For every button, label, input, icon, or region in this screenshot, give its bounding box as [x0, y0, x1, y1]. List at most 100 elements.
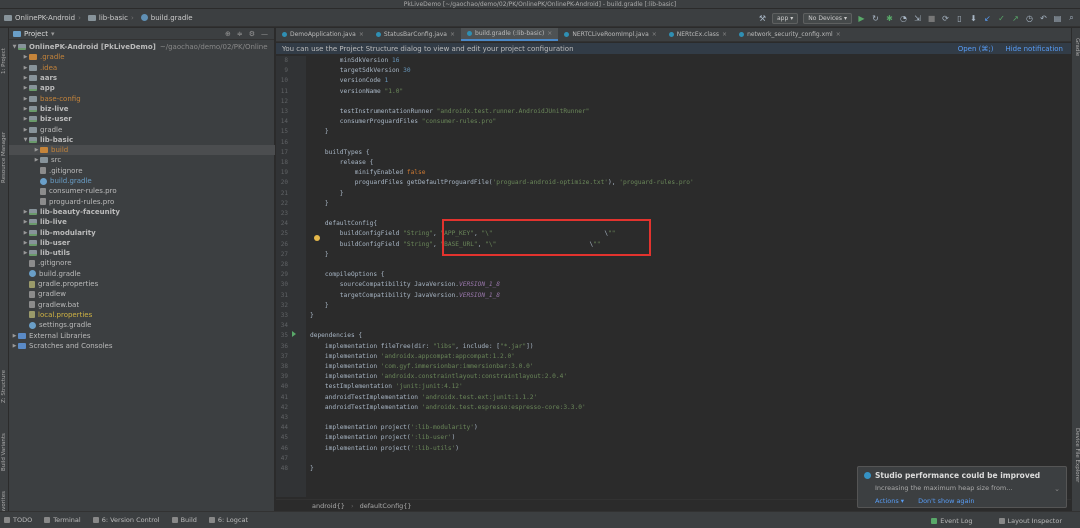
chevron-down-icon[interactable]: ⌄ [1054, 485, 1060, 493]
tree-item[interactable]: ▶ app [9, 83, 275, 93]
run-icon[interactable]: ▶ [857, 14, 866, 23]
open-project-structure-link[interactable]: Open (⌘;) [958, 45, 994, 53]
collapse-arrow-icon[interactable]: ▶ [33, 147, 40, 153]
collapse-arrow-icon[interactable]: ▶ [22, 116, 29, 122]
tree-item[interactable]: .gitignore [9, 258, 275, 268]
expand-arrow-icon[interactable]: ▼ [11, 44, 18, 50]
collapse-arrow-icon[interactable]: ▶ [11, 343, 18, 349]
tree-item[interactable]: ▶ Scratches and Consoles [9, 341, 275, 351]
collapse-icon[interactable]: ≑ [237, 30, 243, 38]
avd-manager-icon[interactable]: ▯ [955, 14, 964, 23]
close-tab-icon[interactable]: × [652, 31, 657, 38]
tree-item[interactable]: ▼ OnlinePK-Android [PkLiveDemo] ~/gaochao/… [9, 42, 275, 52]
collapse-arrow-icon[interactable]: ▶ [22, 85, 29, 91]
close-tab-icon[interactable]: × [450, 31, 455, 38]
layout-inspector-button[interactable]: Layout Inspector [998, 517, 1062, 525]
collapse-arrow-icon[interactable]: ▶ [11, 333, 18, 339]
collapse-arrow-icon[interactable]: ▶ [22, 54, 29, 60]
tree-item[interactable]: ▶ lib-live [9, 217, 275, 227]
close-tab-icon[interactable]: × [359, 31, 364, 38]
breadcrumb-android[interactable]: android{} [312, 502, 345, 510]
tree-item[interactable]: ▶ .gradle [9, 52, 275, 62]
tree-item[interactable]: ▶ lib-user [9, 238, 275, 248]
stop-icon[interactable]: ■ [927, 14, 936, 23]
tree-item[interactable]: ▶ aars [9, 73, 275, 83]
hide-icon[interactable]: — [261, 30, 268, 38]
tree-item[interactable]: build.gradle [9, 269, 275, 279]
tree-item[interactable]: ▶ gradle [9, 124, 275, 134]
tree-item[interactable]: ▶ lib-beauty-faceunity [9, 207, 275, 217]
project-view-select[interactable]: Project [24, 30, 48, 38]
popup-actions-link[interactable]: Actions ▾ [875, 497, 904, 505]
tree-item[interactable]: proguard-rules.pro [9, 197, 275, 207]
tab-project-tool[interactable]: 1: Project [0, 34, 9, 74]
tree-item[interactable]: consumer-rules.pro [9, 186, 275, 196]
close-tab-icon[interactable]: × [836, 31, 841, 38]
tab-resource-manager[interactable]: Resource Manager [0, 113, 9, 183]
profile-icon[interactable]: ◔ [899, 14, 908, 23]
tab-build-variants[interactable]: Build Variants [0, 416, 9, 471]
sync-gradle-icon[interactable]: ⟳ [941, 14, 950, 23]
logcat-tool-button[interactable]: 6: Logcat [208, 516, 248, 524]
tab-device-file-explorer[interactable]: Device File Explorer [1072, 428, 1080, 508]
chevron-down-icon[interactable]: ▾ [51, 30, 55, 38]
apply-changes-icon[interactable]: ↻ [871, 14, 880, 23]
terminal-tool-button[interactable]: Terminal [44, 516, 81, 524]
tree-item[interactable]: ▶ .idea [9, 63, 275, 73]
breadcrumb-module[interactable]: lib-basic › [87, 14, 137, 22]
close-tab-icon[interactable]: × [722, 31, 727, 38]
run-gutter-icon[interactable] [292, 331, 296, 337]
tree-item[interactable]: .gitignore [9, 166, 275, 176]
collapse-arrow-icon[interactable]: ▶ [22, 209, 29, 215]
tree-item[interactable]: ▶ lib-utils [9, 248, 275, 258]
tab-gradle[interactable]: Gradle [1072, 38, 1080, 68]
tree-item[interactable]: gradle.properties [9, 279, 275, 289]
breadcrumb-project[interactable]: OnlinePK-Android › [4, 14, 84, 22]
tree-item[interactable]: local.properties [9, 310, 275, 320]
device-select[interactable]: No Devices ▾ [803, 12, 852, 24]
tree-item[interactable]: ▶ base-config [9, 94, 275, 104]
editor-tab[interactable]: NERtcEx.class × [663, 28, 733, 41]
tree-item[interactable]: ▶ biz-live [9, 104, 275, 114]
debug-icon[interactable]: ✱ [885, 14, 894, 23]
tree-item[interactable]: build.gradle [9, 176, 275, 186]
close-tab-icon[interactable]: × [547, 30, 552, 37]
search-icon[interactable]: ⌕ [1067, 13, 1076, 23]
editor-tab[interactable]: network_security_config.xml × [733, 28, 847, 41]
popup-dont-show-link[interactable]: Don't show again [918, 497, 974, 505]
build-tool-button[interactable]: Build [171, 516, 197, 524]
tree-item[interactable]: ▶ lib-modularity [9, 227, 275, 237]
collapse-arrow-icon[interactable]: ▶ [22, 240, 29, 246]
editor-tab[interactable]: DemoApplication.java × [276, 28, 370, 41]
attach-debugger-icon[interactable]: ⇲ [913, 14, 922, 23]
tree-item[interactable]: settings.gradle [9, 320, 275, 330]
collapse-arrow-icon[interactable]: ▶ [33, 157, 40, 163]
run-config-select[interactable]: app ▾ [771, 12, 799, 24]
todo-tool-button[interactable]: TODO [4, 516, 32, 524]
event-log-button[interactable]: Event Log [931, 517, 973, 525]
intention-bulb-icon[interactable] [314, 235, 320, 241]
vcs-update-icon[interactable]: ↙ [983, 14, 992, 23]
collapse-arrow-icon[interactable]: ▶ [22, 127, 29, 133]
hide-notification-link[interactable]: Hide notification [1005, 45, 1063, 53]
tree-item[interactable]: ▶ External Libraries [9, 330, 275, 340]
editor-tab[interactable]: build.gradle (:lib-basic) × [461, 28, 559, 41]
breadcrumb-defaultconfig[interactable]: defaultConfig{} [360, 502, 412, 510]
gear-icon[interactable]: ⚙ [249, 30, 255, 38]
sdk-manager-icon[interactable]: ⬇ [969, 14, 978, 23]
collapse-arrow-icon[interactable]: ▶ [22, 250, 29, 256]
collapse-arrow-icon[interactable]: ▶ [22, 219, 29, 225]
vcs-commit-icon[interactable]: ✓ [997, 14, 1006, 23]
collapse-arrow-icon[interactable]: ▶ [22, 106, 29, 112]
tree-item[interactable]: ▶ biz-user [9, 114, 275, 124]
tree-item[interactable]: ▼ lib-basic [9, 135, 275, 145]
history-icon[interactable]: ◷ [1025, 14, 1034, 23]
tree-item[interactable]: ▶ build [9, 145, 275, 156]
hammer-icon[interactable]: ⚒ [758, 14, 767, 23]
breadcrumb-file[interactable]: build.gradle [140, 14, 193, 22]
editor-tab[interactable]: NERTCLiveRoomImpl.java × [558, 28, 662, 41]
version-control-tool-button[interactable]: 6: Version Control [92, 516, 160, 524]
collapse-arrow-icon[interactable]: ▶ [22, 96, 29, 102]
rollback-icon[interactable]: ↶ [1039, 14, 1048, 23]
code-editor[interactable]: 8 9 10 11 12 13 14 15 16 17 18 19 20 21 22 23 24 25 26 27 28… [276, 56, 1071, 497]
